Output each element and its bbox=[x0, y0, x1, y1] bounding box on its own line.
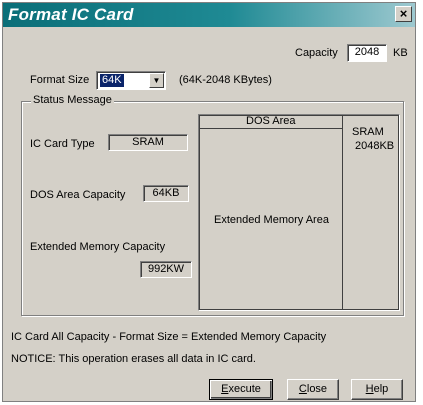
format-size-select[interactable]: 64K ▼ bbox=[96, 71, 166, 90]
title-bar[interactable]: Format IC Card × bbox=[3, 3, 415, 27]
extended-memory-capacity-label: Extended Memory Capacity bbox=[30, 241, 166, 253]
status-message-title: Status Message bbox=[31, 94, 114, 106]
memory-layout-diagram: DOS Area Extended Memory Area SRAM 2048K… bbox=[198, 114, 400, 311]
format-size-range: (64K-2048 KBytes) bbox=[179, 74, 272, 86]
memory-diagram-frame: DOS Area Extended Memory Area SRAM 2048K… bbox=[199, 115, 399, 310]
format-size-label: Format Size bbox=[30, 74, 90, 86]
close-window-button[interactable]: × bbox=[395, 6, 412, 22]
ic-card-type-value: SRAM bbox=[108, 134, 188, 151]
help-label: elp bbox=[373, 383, 389, 395]
capacity-value: 2048 bbox=[347, 44, 387, 62]
format-size-selected-value: 64K bbox=[100, 74, 124, 87]
card-column-divider bbox=[342, 116, 343, 309]
dos-area-capacity-value: 64KB bbox=[143, 185, 189, 202]
help-hotkey: H bbox=[365, 383, 374, 395]
close-icon: × bbox=[399, 6, 408, 21]
extended-memory-area-label: Extended Memory Area bbox=[214, 214, 329, 226]
capacity-formula-text: IC Card All Capacity - Format Size = Ext… bbox=[11, 331, 327, 343]
extended-memory-capacity-value: 992KW bbox=[140, 261, 192, 278]
format-ic-card-dialog: Format IC Card × Capacity 2048 KB Format… bbox=[2, 2, 416, 402]
dos-area-label: DOS Area bbox=[246, 115, 296, 127]
card-type-diagram-label: SRAM bbox=[352, 126, 384, 138]
help-button[interactable]: Help bbox=[351, 379, 403, 400]
execute-button[interactable]: Execute bbox=[209, 379, 273, 400]
close-button[interactable]: Close bbox=[287, 379, 339, 400]
capacity-label: Capacity bbox=[295, 47, 338, 59]
close-hotkey: C bbox=[298, 383, 307, 395]
ic-card-type-label: IC Card Type bbox=[30, 138, 95, 150]
close-label: lose bbox=[306, 383, 328, 395]
capacity-unit: KB bbox=[393, 47, 408, 59]
erase-notice-text: NOTICE: This operation erases all data i… bbox=[11, 353, 256, 365]
card-size-diagram-label: 2048KB bbox=[355, 140, 395, 152]
execute-label: xecute bbox=[228, 383, 261, 395]
chevron-down-icon[interactable]: ▼ bbox=[149, 73, 164, 88]
window-title: Format IC Card bbox=[8, 5, 134, 24]
dos-area-divider bbox=[200, 128, 342, 129]
dos-area-capacity-label: DOS Area Capacity bbox=[30, 189, 126, 201]
